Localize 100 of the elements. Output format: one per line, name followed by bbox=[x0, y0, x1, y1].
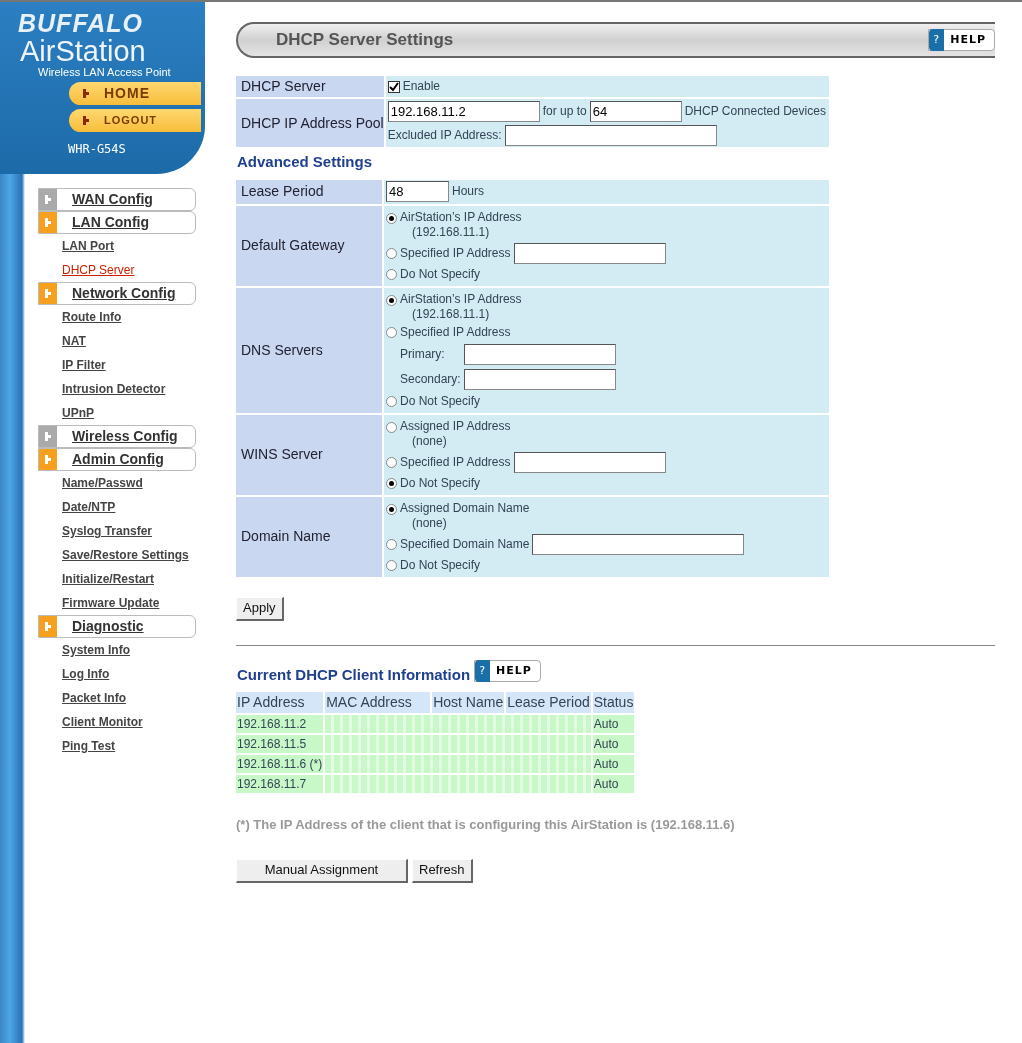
input-field[interactable]: 192.168.11.2 bbox=[387, 100, 540, 122]
option-detail: (none) bbox=[411, 433, 448, 449]
radio-button[interactable] bbox=[386, 326, 397, 338]
option-detail: (192.168.11.1) bbox=[411, 306, 491, 322]
input-field[interactable] bbox=[532, 533, 745, 555]
option-label: Do Not Specify bbox=[400, 475, 481, 491]
nav-section[interactable]: Admin Config bbox=[38, 448, 196, 471]
apply-button[interactable]: Apply bbox=[236, 596, 284, 621]
table-cell: 192.168.11.7 bbox=[236, 775, 324, 793]
option-label: Do Not Specify bbox=[400, 557, 481, 573]
input-field[interactable] bbox=[504, 124, 717, 146]
nav-link[interactable]: Syslog Transfer bbox=[62, 519, 225, 543]
home-button[interactable]: HOME bbox=[69, 82, 201, 105]
nav-link[interactable]: Packet Info bbox=[62, 686, 225, 710]
nav-section[interactable]: Network Config bbox=[38, 282, 196, 305]
nav-section[interactable]: LAN Config bbox=[38, 211, 196, 234]
model-name: WHR-G54S bbox=[68, 141, 127, 158]
input-field[interactable] bbox=[513, 242, 666, 264]
help-button[interactable]: ? HELP bbox=[474, 659, 541, 682]
table-cell: 192.168.11.2 bbox=[236, 715, 324, 733]
option-detail: (192.168.11.1) bbox=[411, 224, 491, 240]
column-header: Host Name bbox=[432, 692, 505, 713]
nav-link[interactable]: System Info bbox=[62, 638, 225, 662]
table-cell: Auto bbox=[592, 735, 635, 753]
input-field[interactable]: 64 bbox=[589, 100, 682, 122]
table-cell: 192.168.11.5 bbox=[236, 735, 324, 753]
field-label: DHCP IP Address Pool bbox=[236, 99, 386, 147]
option-label: AirStation’s IP Address bbox=[400, 291, 522, 306]
radio-button[interactable] bbox=[386, 268, 397, 280]
section-heading: Advanced Settings bbox=[237, 152, 374, 172]
arrow-icon bbox=[44, 432, 52, 441]
manual-assignment-button[interactable]: Manual Assignment bbox=[236, 858, 408, 883]
radio-button[interactable] bbox=[386, 559, 397, 571]
nav-section[interactable]: WAN Config bbox=[38, 188, 196, 211]
column-header: Lease Period bbox=[506, 692, 591, 713]
radio-button[interactable] bbox=[386, 212, 397, 224]
input-field[interactable]: 48 bbox=[386, 181, 449, 202]
input-field[interactable] bbox=[513, 451, 666, 473]
field-label: DHCP Connected Devices bbox=[684, 103, 826, 119]
refresh-button[interactable]: Refresh bbox=[412, 858, 473, 883]
unit-label: Hours bbox=[452, 184, 484, 199]
nav-link[interactable]: Firmware Update bbox=[62, 591, 225, 615]
option-label: Assigned IP Address bbox=[400, 418, 511, 433]
input-field[interactable] bbox=[464, 368, 616, 390]
field-label: Secondary: bbox=[400, 371, 461, 387]
table-cell: Auto bbox=[592, 715, 635, 733]
field-label: Lease Period bbox=[236, 179, 384, 204]
arrow-icon bbox=[44, 622, 52, 631]
option-detail: (none) bbox=[411, 515, 448, 531]
nav-link[interactable]: Client Monitor bbox=[62, 710, 225, 734]
nav-link[interactable]: Initialize/Restart bbox=[62, 567, 225, 591]
table-cell: Auto bbox=[592, 775, 635, 793]
radio-button[interactable] bbox=[386, 538, 397, 550]
nav-link[interactable]: DHCP Server bbox=[62, 258, 225, 282]
table-cell: 192.168.11.6 (*) bbox=[236, 755, 324, 773]
nav-link[interactable]: Route Info bbox=[62, 305, 225, 329]
radio-button[interactable] bbox=[386, 395, 397, 407]
nav-link[interactable]: Intrusion Detector bbox=[62, 377, 225, 401]
arrow-icon bbox=[83, 116, 90, 125]
nav-link[interactable]: Date/NTP bbox=[62, 495, 225, 519]
field-label: Default Gateway bbox=[236, 205, 384, 286]
column-header: Status bbox=[592, 692, 635, 713]
help-button[interactable]: ? HELP bbox=[928, 29, 995, 51]
field-label: DNS Servers bbox=[236, 287, 384, 413]
option-label: AirStation’s IP Address bbox=[400, 209, 522, 224]
logout-button[interactable]: LOGOUT bbox=[69, 109, 201, 132]
radio-button[interactable] bbox=[386, 421, 397, 433]
table-cell: Auto bbox=[592, 755, 635, 773]
column-header: MAC Address bbox=[325, 692, 431, 713]
column-header: IP Address bbox=[236, 692, 324, 713]
input-field[interactable] bbox=[464, 343, 616, 365]
field-label: Domain Name bbox=[236, 496, 384, 577]
radio-button[interactable] bbox=[386, 294, 397, 306]
radio-button[interactable] bbox=[386, 247, 397, 259]
nav-link[interactable]: Log Info bbox=[62, 662, 225, 686]
field-label: Primary: bbox=[400, 346, 446, 362]
option-label: Do Not Specify bbox=[400, 393, 481, 409]
nav-link[interactable]: Name/Passwd bbox=[62, 471, 225, 495]
radio-button[interactable] bbox=[386, 456, 397, 468]
nav-section[interactable]: Wireless Config bbox=[38, 425, 196, 448]
nav-section[interactable]: Diagnostic bbox=[38, 615, 196, 638]
field-label: DHCP Server bbox=[236, 76, 386, 97]
nav-link[interactable]: IP Filter bbox=[62, 353, 225, 377]
arrow-icon bbox=[44, 218, 52, 227]
checkbox[interactable] bbox=[387, 80, 400, 93]
nav-link[interactable]: NAT bbox=[62, 329, 225, 353]
nav-link[interactable]: Ping Test bbox=[62, 734, 225, 758]
arrow-icon bbox=[44, 195, 52, 204]
radio-button[interactable] bbox=[386, 477, 397, 489]
nav-link[interactable]: UPnP bbox=[62, 401, 225, 425]
footnote: (*) The IP Address of the client that is configuring this AirStation is (192.168.11.6) bbox=[236, 816, 736, 834]
nav-link[interactable]: Save/Restore Settings bbox=[62, 543, 225, 567]
tagline: Wireless LAN Access Point bbox=[38, 66, 172, 78]
arrow-icon bbox=[44, 289, 52, 298]
nav-link[interactable]: LAN Port bbox=[62, 234, 225, 258]
option-label: Specified IP Address bbox=[400, 245, 511, 261]
option-label: Specified IP Address bbox=[400, 324, 511, 340]
field-label: Excluded IP Address: bbox=[387, 127, 502, 143]
radio-button[interactable] bbox=[386, 503, 397, 515]
option-label: Enable bbox=[402, 79, 441, 94]
